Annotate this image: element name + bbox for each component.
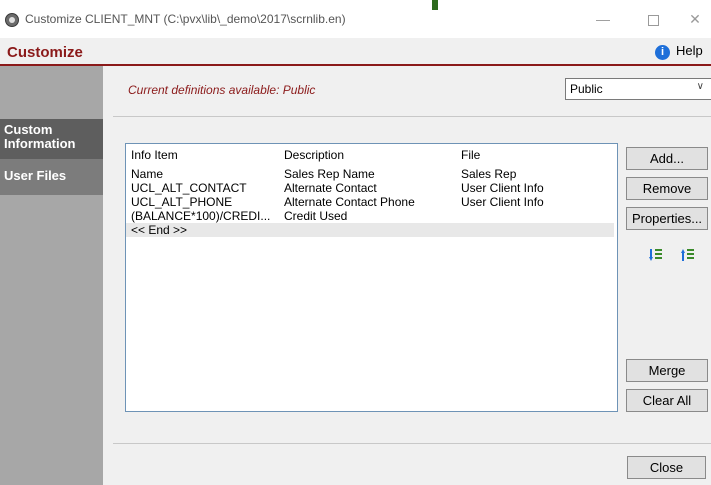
main-panel: Current definitions available: Public Pu…	[103, 66, 711, 485]
clear-all-button[interactable]: Clear All	[626, 389, 708, 412]
sidebar-item-user-files[interactable]: User Files	[0, 159, 103, 195]
sidebar: Custom Information User Files	[0, 66, 103, 485]
merge-button[interactable]: Merge	[626, 359, 708, 382]
sidebar-item-label: User Files	[4, 168, 67, 183]
add-button[interactable]: Add...	[626, 147, 708, 170]
cell-info-item: Name	[131, 167, 164, 181]
app-icon	[5, 13, 19, 27]
column-header-file[interactable]: File	[461, 148, 480, 162]
list-item[interactable]: UCL_ALT_CONTACT Alternate Contact User C…	[126, 181, 614, 195]
list-item-end[interactable]: << End >>	[126, 223, 614, 237]
window-title: Customize CLIENT_MNT (C:\pvx\lib\_demo\2…	[25, 12, 346, 26]
help-button[interactable]: i Help	[655, 43, 703, 60]
cell-description: Alternate Contact Phone	[284, 195, 415, 209]
cell-info-item: UCL_ALT_PHONE	[131, 195, 233, 209]
definitions-select[interactable]: Public ∨	[565, 78, 711, 100]
close-button[interactable]: Close	[627, 456, 706, 479]
move-down-icon[interactable]	[649, 248, 663, 262]
list-item[interactable]: (BALANCE*100)/CREDI... Credit Used	[126, 209, 614, 223]
cell-info-item: << End >>	[131, 223, 188, 237]
cell-file: User Client Info	[461, 195, 544, 209]
list-item[interactable]: UCL_ALT_PHONE Alternate Contact Phone Us…	[126, 195, 614, 209]
current-definitions-label: Current definitions available: Public	[128, 83, 316, 97]
cell-info-item: (BALANCE*100)/CREDI...	[131, 209, 271, 223]
sidebar-item-label: Custom Information	[4, 122, 76, 151]
list-header: Info Item Description File	[126, 148, 617, 162]
divider	[113, 443, 711, 444]
decorative-mark	[432, 0, 438, 10]
definitions-select-value: Public	[570, 82, 603, 96]
info-icon: i	[655, 45, 670, 60]
help-label: Help	[676, 43, 703, 58]
properties-button[interactable]: Properties...	[626, 207, 708, 230]
list-item[interactable]: Name Sales Rep Name Sales Rep	[126, 167, 614, 181]
cell-description: Sales Rep Name	[284, 167, 375, 181]
column-header-info-item[interactable]: Info Item	[131, 148, 178, 162]
close-icon[interactable]: ✕	[680, 8, 710, 30]
divider	[113, 116, 711, 117]
cell-file: Sales Rep	[461, 167, 517, 181]
info-item-list[interactable]: Info Item Description File Name Sales Re…	[125, 143, 618, 412]
cell-info-item: UCL_ALT_CONTACT	[131, 181, 247, 195]
remove-button[interactable]: Remove	[626, 177, 708, 200]
sidebar-item-custom-information[interactable]: Custom Information	[0, 119, 103, 159]
cell-description: Credit Used	[284, 209, 348, 223]
maximize-icon[interactable]	[638, 8, 668, 30]
minimize-icon[interactable]: —	[588, 8, 618, 30]
cell-description: Alternate Contact	[284, 181, 377, 195]
cell-file: User Client Info	[461, 181, 544, 195]
header-band: Customize i Help	[0, 38, 711, 66]
title-bar: Customize CLIENT_MNT (C:\pvx\lib\_demo\2…	[0, 0, 711, 38]
page-title: Customize	[7, 44, 83, 61]
column-header-description[interactable]: Description	[284, 148, 344, 162]
move-up-icon[interactable]	[681, 248, 695, 262]
chevron-down-icon: ∨	[696, 81, 704, 92]
